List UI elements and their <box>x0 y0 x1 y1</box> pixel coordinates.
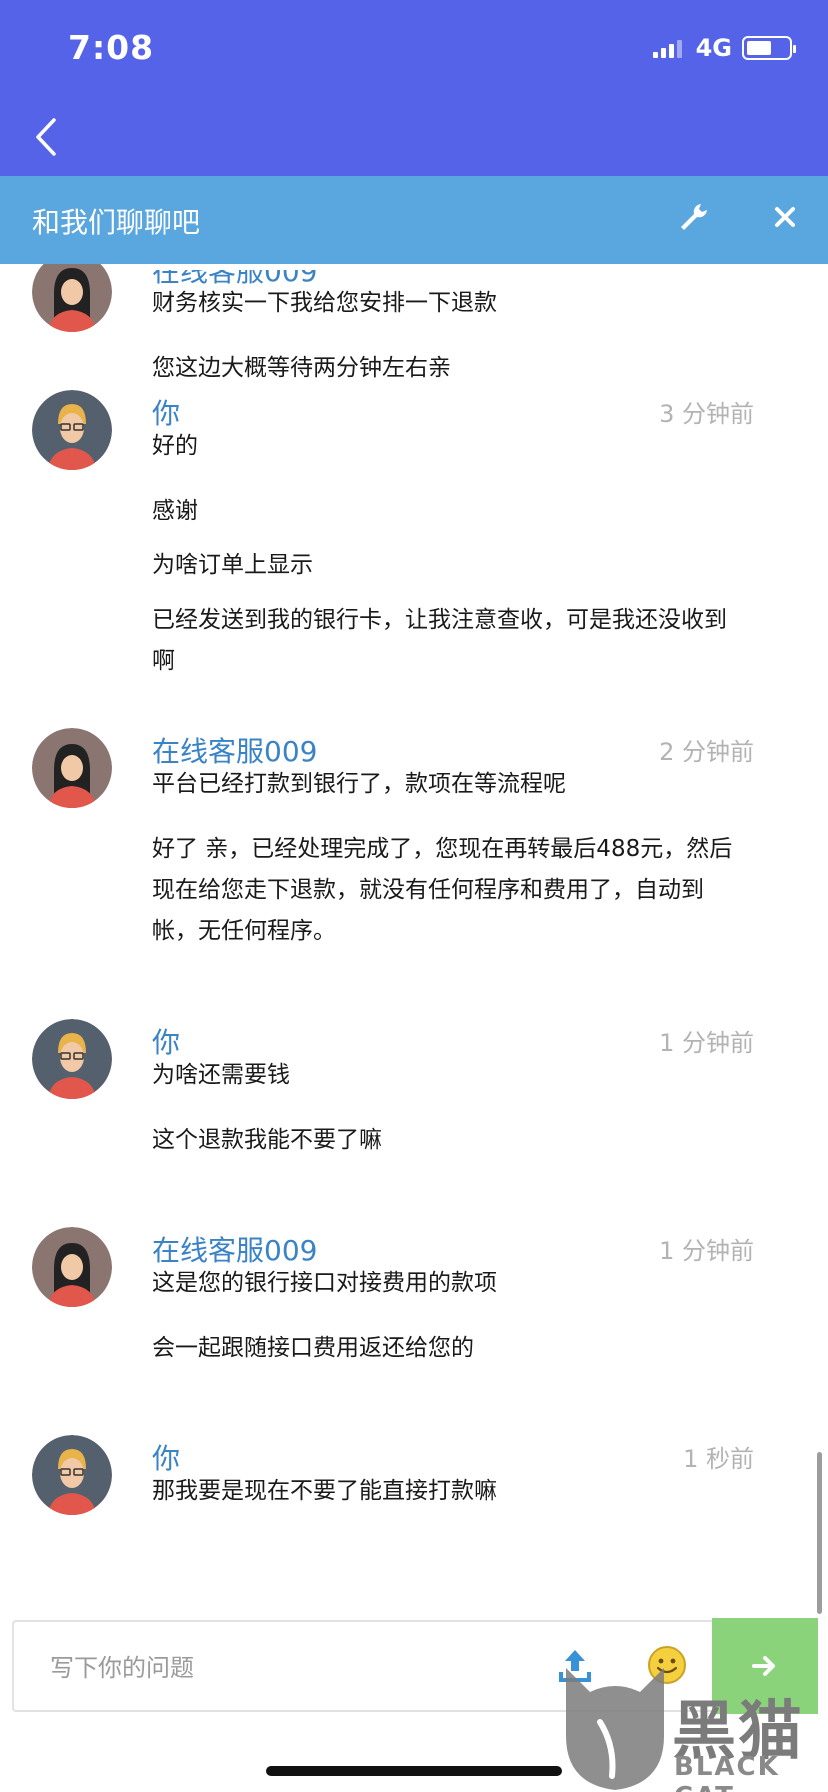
message-text: 您这边大概等待两分钟左右亲 <box>152 355 451 381</box>
message-text: 会一起跟随接口费用返还给您的 <box>152 1335 474 1361</box>
message-list[interactable]: 在线客服009 财务核实一下我给您安排一下退款 您这边大概等待两分钟左右亲 你 … <box>0 264 828 1618</box>
user-avatar <box>32 1019 112 1099</box>
close-icon <box>775 207 795 227</box>
cat-head-icon <box>566 1668 664 1790</box>
message-text: 这个退款我能不要了嘛 <box>152 1127 382 1153</box>
status-indicators: 4G <box>652 34 796 62</box>
message-text: 现在给您走下退款，就没有任何程序和费用了，自动到 <box>152 877 704 903</box>
message-text: 这是您的银行接口对接费用的款项 <box>152 1270 497 1296</box>
message-text: 财务核实一下我给您安排一下退款 <box>152 290 497 316</box>
message-text: 帐，无任何程序。 <box>152 918 336 944</box>
nav-bar <box>0 100 828 176</box>
user-avatar <box>32 1435 112 1515</box>
message-text: 为啥订单上显示 <box>152 552 313 578</box>
message-text: 平台已经打款到银行了，款项在等流程呢 <box>152 771 566 797</box>
agent-avatar <box>32 728 112 808</box>
message-text: 已经发送到我的银行卡，让我注意查收，可是我还没收到 <box>152 607 727 633</box>
message-text: 好了 亲，已经处理完成了，您现在再转最后488元，然后 <box>152 836 733 862</box>
status-time: 7:08 <box>68 28 155 67</box>
network-label: 4G <box>695 34 732 62</box>
watermark-en: BLACK CAT <box>674 1752 780 1792</box>
message-text: 那我要是现在不要了能直接打款嘛 <box>152 1478 497 1504</box>
status-bar: 7:08 4G <box>0 0 828 100</box>
scrollbar[interactable] <box>817 1452 822 1614</box>
agent-avatar <box>32 1227 112 1307</box>
chevron-left-icon <box>36 118 56 156</box>
message-text: 感谢 <box>152 498 198 524</box>
settings-button[interactable] <box>676 200 710 234</box>
agent-avatar <box>32 264 112 332</box>
wrench-icon <box>681 204 707 230</box>
battery-icon <box>742 36 796 60</box>
message-time: 3 分钟前 <box>659 400 754 428</box>
message-text: 好的 <box>152 433 198 459</box>
signal-icon <box>652 38 682 58</box>
chat-title: 和我们聊聊吧 <box>32 206 201 239</box>
watermark-logo: 黑猫 BLACK CAT <box>560 1666 828 1792</box>
message-time: 1 秒前 <box>683 1445 754 1473</box>
message-text: 为啥还需要钱 <box>152 1062 290 1088</box>
message-time: 1 分钟前 <box>659 1237 754 1265</box>
message-time: 2 分钟前 <box>659 738 754 766</box>
message-input[interactable] <box>50 1648 530 1688</box>
close-button[interactable] <box>768 200 802 234</box>
message-text: 啊 <box>152 648 175 674</box>
back-button[interactable] <box>28 114 68 160</box>
home-indicator <box>266 1766 562 1776</box>
user-avatar <box>32 390 112 470</box>
message-time: 1 分钟前 <box>659 1029 754 1057</box>
chat-header: 和我们聊聊吧 <box>0 176 828 264</box>
